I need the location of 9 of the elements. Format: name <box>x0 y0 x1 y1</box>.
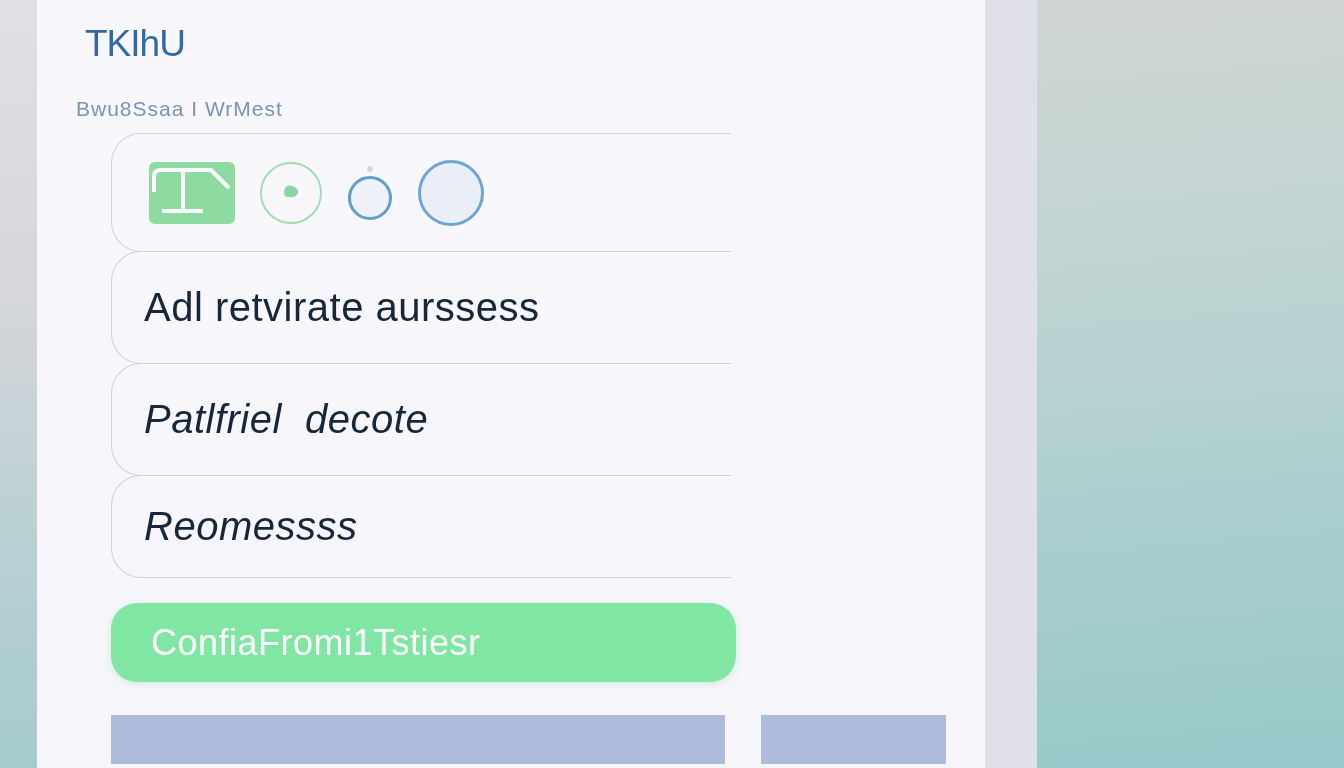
action-tile[interactable] <box>111 715 725 764</box>
ring-icon <box>417 159 485 226</box>
ring-icon <box>347 164 393 221</box>
app-title: TKIhU <box>85 22 185 66</box>
subtitle: Bwu8Ssaa I WrMest <box>76 97 283 121</box>
ring-icon <box>259 161 323 224</box>
option-item[interactable]: Reomessss <box>111 475 731 578</box>
tile-icon <box>149 161 235 224</box>
action-tile[interactable] <box>761 715 946 764</box>
